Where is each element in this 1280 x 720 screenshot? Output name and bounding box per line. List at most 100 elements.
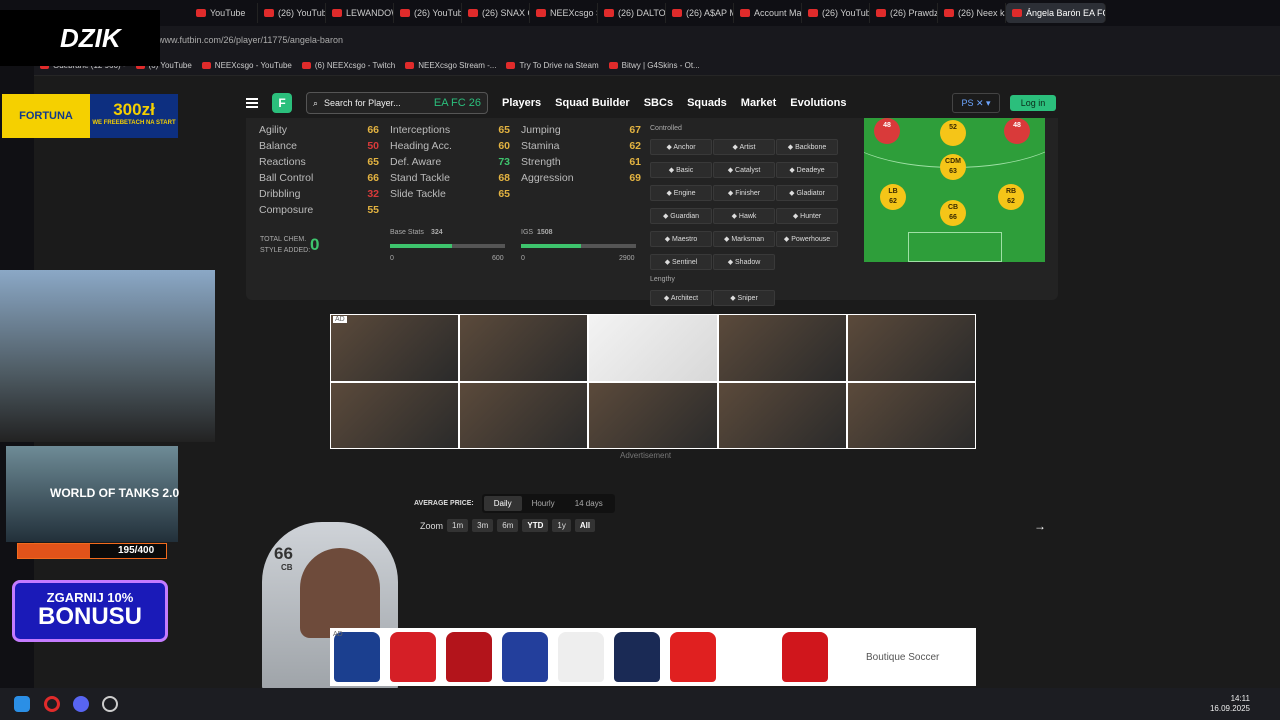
browser-tab[interactable]: NEEXcsgo St: [530, 3, 598, 23]
playstyle-architect[interactable]: ◆ Architect: [650, 290, 712, 306]
playstyle-maestro[interactable]: ◆ Maestro: [650, 231, 712, 247]
jersey-image[interactable]: [390, 632, 436, 682]
browser-tab[interactable]: LEWANDOW: [326, 3, 394, 23]
ad-tile[interactable]: [847, 315, 975, 381]
playstyle-basic[interactable]: ◆ Basic: [650, 162, 712, 178]
nav-item-squad-builder[interactable]: Squad Builder: [555, 97, 630, 109]
zoom-all[interactable]: All: [574, 519, 596, 532]
ad-tile[interactable]: [718, 382, 846, 448]
ad-tile[interactable]: [718, 315, 846, 381]
zoom-3m[interactable]: 3m: [472, 519, 494, 532]
price-tab-daily[interactable]: Daily: [483, 496, 522, 511]
browser-tab[interactable]: YouTube: [190, 3, 258, 23]
ad-banner[interactable]: [330, 314, 976, 449]
jersey-image[interactable]: [782, 632, 828, 682]
browser-tab[interactable]: (26) Neex ka: [938, 3, 1006, 23]
playstyle-shadow[interactable]: ◆ Shadow: [713, 254, 775, 270]
playstyle-sentinel[interactable]: ◆ Sentinel: [650, 254, 712, 270]
jersey-image[interactable]: [726, 632, 772, 682]
jersey-image[interactable]: [670, 632, 716, 682]
menu-icon[interactable]: [246, 98, 258, 108]
nav-item-market[interactable]: Market: [741, 97, 776, 109]
jersey-image[interactable]: [558, 632, 604, 682]
windows-start-icon[interactable]: [14, 696, 30, 712]
playstyle-powerhouse[interactable]: ◆ Powerhouse: [776, 231, 838, 247]
igs-value: 1508: [537, 229, 553, 236]
playstyle-marksman[interactable]: ◆ Marksman: [713, 231, 775, 247]
zoom-1y[interactable]: 1y: [552, 519, 571, 532]
taskbar-clock[interactable]: 14:11 16.09.2025: [1210, 694, 1250, 714]
discord-icon[interactable]: [73, 696, 89, 712]
ad-tile[interactable]: [847, 382, 975, 448]
app-icon[interactable]: [102, 696, 118, 712]
jersey-image[interactable]: [446, 632, 492, 682]
playstyle-backbone[interactable]: ◆ Backbone: [776, 139, 838, 155]
playstyle-artist[interactable]: ◆ Artist: [713, 139, 775, 155]
bookmark-item[interactable]: NEEXcsgo - YouTube: [201, 61, 292, 70]
playstyle-guardian[interactable]: ◆ Guardian: [650, 208, 712, 224]
player-search[interactable]: ⌕ Search for Player... EA FC 26: [306, 92, 488, 114]
game-select[interactable]: EA FC 26: [434, 97, 481, 109]
price-tab-hourly[interactable]: Hourly: [522, 496, 565, 511]
playstyle-finisher[interactable]: ◆ Finisher: [713, 185, 775, 201]
browser-tab[interactable]: Account Ma: [734, 3, 802, 23]
ad-tile[interactable]: [460, 315, 588, 381]
futbin-logo[interactable]: F: [272, 93, 292, 113]
bookmark-item[interactable]: Try To Drive na Steam: [506, 61, 599, 70]
platform-select[interactable]: PS ✕ ▾: [952, 93, 1000, 113]
wot-title: WORLD OF TANKS 2.0: [50, 486, 180, 500]
playstyle-engine[interactable]: ◆ Engine: [650, 185, 712, 201]
address-bar[interactable]: www.futbin.com/26/player/11775/angela-ba…: [0, 26, 1280, 56]
browser-tab[interactable]: (26) YouTube: [258, 3, 326, 23]
tab-title: (26) SNAX O: [482, 8, 530, 18]
browser-tab[interactable]: (26) YouTube: [802, 3, 870, 23]
browser-tab[interactable]: (26) SNAX O: [462, 3, 530, 23]
arrow-right-icon[interactable]: →: [1034, 519, 1046, 533]
browser-tab[interactable]: Ángela Barón EA FC 2: [1006, 3, 1106, 23]
bookmark-item[interactable]: (6) NEEXcsgo - Twitch: [301, 61, 395, 70]
ad-tile[interactable]: [460, 382, 588, 448]
nav-item-sbcs[interactable]: SBCs: [644, 97, 673, 109]
playstyle-deadeye[interactable]: ◆ Deadeye: [776, 162, 838, 178]
bookmark-item[interactable]: Bitwy | G4Skins - Ot...: [608, 61, 700, 70]
zoom-6m[interactable]: 6m: [497, 519, 519, 532]
jersey-image[interactable]: [614, 632, 660, 682]
browser-tab[interactable]: (26) DALTON: [598, 3, 666, 23]
browser-tab[interactable]: (26) Prawdz: [870, 3, 938, 23]
url-text[interactable]: www.futbin.com/26/player/11775/angela-ba…: [158, 35, 343, 45]
ad-tile[interactable]: [331, 315, 459, 381]
ad-tile[interactable]: [589, 382, 717, 448]
chem-value: 0: [310, 235, 320, 254]
login-button[interactable]: Log in: [1010, 95, 1056, 111]
ad-tile[interactable]: [589, 315, 717, 381]
playstyle-anchor[interactable]: ◆ Anchor: [650, 139, 712, 155]
nav-item-players[interactable]: Players: [502, 97, 541, 109]
jersey-image[interactable]: [502, 632, 548, 682]
browser-tab-bar: YouTube (26) YouTube LEWANDOW (26) YouTube (…: [0, 0, 1280, 26]
position-marker: CB 66: [940, 200, 966, 226]
stat-value: 65: [498, 188, 510, 200]
playstyle-hunter[interactable]: ◆ Hunter: [776, 208, 838, 224]
zoom-ytd[interactable]: YTD: [522, 519, 549, 532]
playstyle-catalyst[interactable]: ◆ Catalyst: [713, 162, 775, 178]
playstyles-controlled-list: ◆ Anchor ◆ Artist ◆ Backbone ◆ Basic ◆ Catal…: [650, 136, 850, 274]
playstyle-gladiator[interactable]: ◆ Gladiator: [776, 185, 838, 201]
nav-item-evolutions[interactable]: Evolutions: [790, 97, 846, 109]
browser-tab[interactable]: (26) YouTube: [394, 3, 462, 23]
playstyle-sniper[interactable]: ◆ Sniper: [713, 290, 775, 306]
fortuna-ad: FORTUNA 300zł WE FREEBETACH NA START: [2, 94, 178, 138]
bottom-ad-brand[interactable]: Boutique Soccer: [866, 652, 939, 663]
tab-favicon-icon: [468, 9, 478, 17]
ad-caption: Advertisement: [620, 451, 672, 460]
playstyles-lengthy-list: ◆ Architect ◆ Sniper: [650, 287, 850, 310]
price-tab-14-days[interactable]: 14 days: [565, 496, 613, 511]
jersey-image[interactable]: [334, 632, 380, 682]
ad-tile[interactable]: [331, 382, 459, 448]
playstyle-hawk[interactable]: ◆ Hawk: [713, 208, 775, 224]
stat-row: Aggression 69: [521, 170, 641, 186]
browser-tab[interactable]: (26) A$AP M: [666, 3, 734, 23]
opera-icon[interactable]: [44, 696, 60, 712]
bookmark-item[interactable]: NEEXcsgo Stream -...: [405, 61, 496, 70]
zoom-1m[interactable]: 1m: [447, 519, 469, 532]
nav-item-squads[interactable]: Squads: [687, 97, 727, 109]
